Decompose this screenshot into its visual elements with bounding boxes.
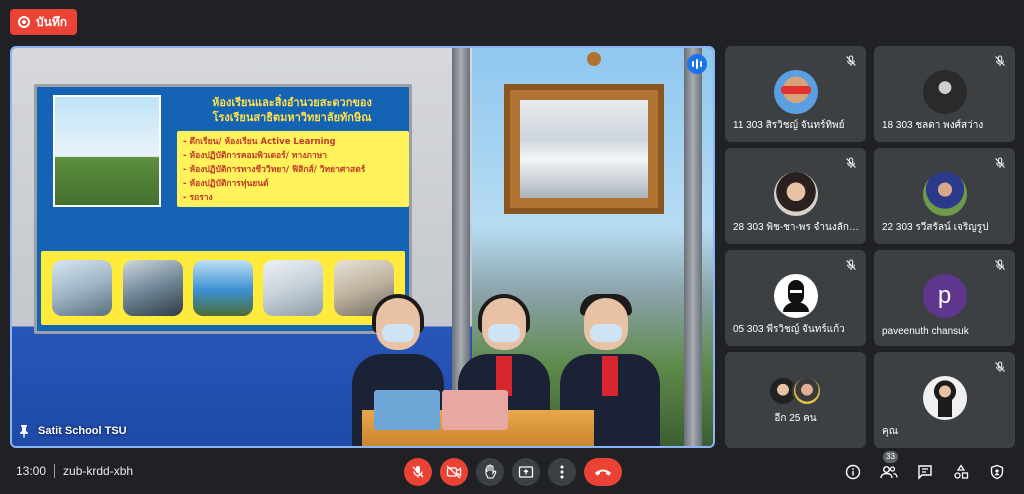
mic-off-icon	[991, 52, 1009, 70]
slide-facility-list: - ตึกเรียน/ ห้องเรียน Active Learning - …	[177, 131, 409, 207]
recording-badge[interactable]: บันทึก	[10, 9, 77, 35]
mic-off-icon	[842, 52, 860, 70]
hang-up-icon	[595, 469, 611, 476]
facility-photo	[122, 260, 183, 316]
present-screen-button[interactable]	[512, 458, 540, 486]
frame-nail	[587, 52, 601, 66]
participant-name: paveenuth chansuk	[882, 326, 969, 337]
mic-off-icon	[842, 256, 860, 274]
meeting-code: zub-krdd-xbh	[63, 464, 134, 478]
camera-off-icon	[446, 465, 462, 479]
presenter-name: Satit School TSU	[38, 425, 127, 437]
host-controls-button[interactable]	[986, 461, 1008, 483]
avatar-letter: p	[922, 274, 967, 318]
record-label: บันทึก	[36, 14, 67, 29]
main-video-stage[interactable]: ห้องเรียนและสิ่งอำนวยสะดวกของ โรงเรียนสา…	[10, 46, 715, 448]
school-building-photo	[53, 95, 161, 207]
participant-grid: 11 303 สิรวิชญ์ จันทร์ทิพย์ 18 303 ชลดา …	[725, 46, 1015, 448]
info-icon	[845, 464, 861, 480]
slide-item: - ห้องปฏิบัติการทางชีววิทยา/ ฟิสิกส์/ วิ…	[183, 165, 366, 175]
participant-name: 22 303 รวีสรัลน์ เจริญรูป	[882, 222, 989, 233]
raise-hand-button[interactable]	[476, 458, 504, 486]
more-vert-icon	[560, 465, 564, 479]
participant-tile[interactable]: 18 303 ชลดา พงศ์สว่าง	[874, 46, 1015, 142]
more-options-button[interactable]	[548, 458, 576, 486]
studio-pillar	[684, 48, 702, 446]
avatar	[922, 376, 967, 420]
lab-students-photo	[520, 100, 648, 198]
participant-tile-more[interactable]: อีก 25 คน	[725, 352, 866, 448]
more-participants-label: อีก 25 คน	[774, 413, 817, 424]
slide-item: - ตึกเรียน/ ห้องเรียน Active Learning	[183, 137, 336, 147]
present-icon	[518, 466, 534, 478]
speaking-indicator-icon	[687, 54, 707, 74]
participant-name: 05 303 พีรวิชญ์ จันทร์แก้ว	[733, 324, 845, 335]
participant-name: 28 303 พิช-ชา-พร จำนงลักษ...	[733, 222, 860, 233]
participant-name: 18 303 ชลดา พงศ์สว่าง	[882, 120, 984, 131]
people-button[interactable]: 33	[878, 451, 900, 483]
self-tile[interactable]: คุณ	[874, 352, 1015, 448]
activities-button[interactable]	[950, 461, 972, 483]
mic-off-icon	[991, 154, 1009, 172]
mic-off-icon	[842, 154, 860, 172]
people-icon	[880, 466, 898, 479]
avatar	[922, 172, 967, 216]
participant-tile[interactable]: 05 303 พีรวิชญ์ จันทร์แก้ว	[725, 250, 866, 346]
facility-photo	[192, 260, 253, 316]
facility-photo	[52, 260, 113, 316]
laptop	[374, 390, 440, 430]
side-panel-buttons: 33	[842, 451, 1008, 483]
shapes-icon	[954, 464, 969, 479]
meeting-info: 13:00 zub-krdd-xbh	[16, 464, 133, 478]
slide-title: ห้องเรียนและสิ่งอำนวยสะดวกของ โรงเรียนสา…	[212, 96, 372, 124]
avatar	[773, 70, 818, 114]
clock-time: 13:00	[16, 464, 47, 478]
participant-name: คุณ	[882, 426, 898, 437]
slide-item: - ห้องปฏิบัติการหุ่นยนต์	[183, 179, 269, 189]
leave-call-button[interactable]	[584, 458, 622, 486]
avatar	[773, 274, 818, 318]
pin-icon[interactable]	[18, 424, 30, 438]
participant-tile[interactable]: 11 303 สิรวิชญ์ จันทร์ทิพย์	[725, 46, 866, 142]
stage-participant-label: Satit School TSU	[18, 424, 127, 438]
participant-tile[interactable]: 28 303 พิช-ชา-พร จำนงลักษ...	[725, 148, 866, 244]
call-controls	[404, 458, 622, 486]
hanging-picture-frame	[504, 84, 664, 214]
participant-name: 11 303 สิรวิชญ์ จันทร์ทิพย์	[733, 120, 845, 131]
avatar	[773, 172, 818, 216]
chat-icon	[918, 465, 932, 480]
divider	[54, 464, 56, 478]
slide-item: - รถราง	[183, 193, 213, 203]
slide-item: - ห้องปฏิบัติการคอมพิวเตอร์/ ทางภาษา	[183, 151, 328, 161]
shield-icon	[990, 464, 1004, 480]
mic-off-icon	[412, 466, 424, 478]
mic-toggle-button[interactable]	[404, 458, 432, 486]
mic-off-icon	[991, 256, 1009, 274]
group-avatars	[767, 376, 824, 408]
slide-photo-strip	[41, 251, 405, 325]
chat-button[interactable]	[914, 461, 936, 483]
bottom-toolbar: 13:00 zub-krdd-xbh 33	[0, 450, 1024, 494]
mic-off-icon	[991, 358, 1009, 376]
hand-icon	[485, 464, 497, 479]
people-count-badge: 33	[883, 451, 898, 463]
presentation-slide: ห้องเรียนและสิ่งอำนวยสะดวกของ โรงเรียนสา…	[34, 84, 412, 334]
facility-photo	[263, 260, 324, 316]
camera-toggle-button[interactable]	[440, 458, 468, 486]
record-icon	[18, 16, 30, 28]
avatar	[922, 70, 967, 114]
participant-tile[interactable]: p paveenuth chansuk	[874, 250, 1015, 346]
meeting-details-button[interactable]	[842, 461, 864, 483]
participant-tile[interactable]: 22 303 รวีสรัลน์ เจริญรูป	[874, 148, 1015, 244]
laptop	[442, 390, 508, 430]
